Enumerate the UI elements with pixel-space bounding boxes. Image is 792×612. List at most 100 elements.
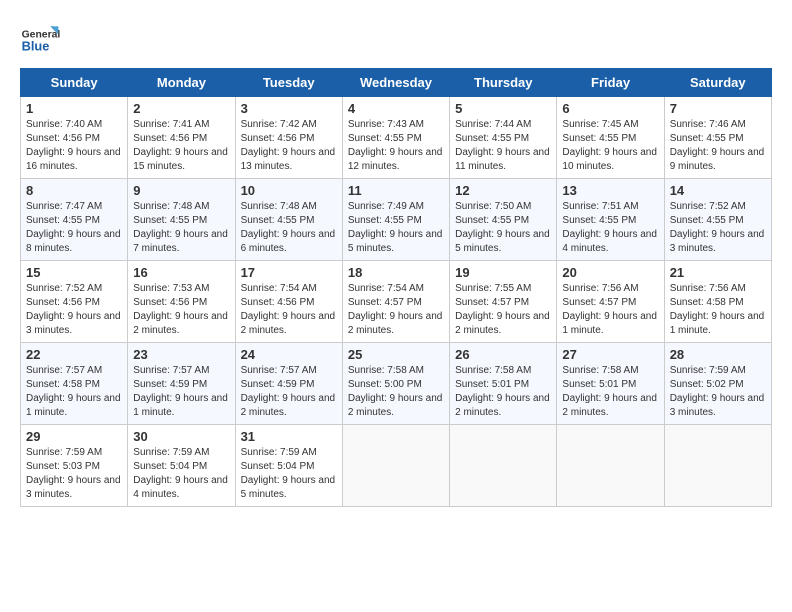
calendar-cell: 3Sunrise: 7:42 AMSunset: 4:56 PMDaylight… (235, 97, 342, 179)
day-info: Sunrise: 7:59 AMSunset: 5:03 PMDaylight:… (26, 446, 122, 502)
day-info: Sunrise: 7:48 AMSunset: 4:55 PMDaylight:… (241, 200, 337, 256)
week-row-2: 8 Sunrise: 7:47 AMSunset: 4:55 PMDaylight… (21, 179, 772, 261)
day-number: 8 (26, 183, 122, 198)
calendar-cell: 11 Sunrise: 7:49 AMSunset: 4:55 PMDayligh… (342, 179, 449, 261)
day-info: Sunrise: 7:43 AMSunset: 4:55 PMDaylight:… (348, 118, 444, 174)
calendar-cell: 26 Sunrise: 7:58 AMSunset: 5:01 PMDayligh… (450, 343, 557, 425)
day-number: 7 (670, 101, 766, 116)
calendar-cell: 29 Sunrise: 7:59 AMSunset: 5:03 PMDayligh… (21, 425, 128, 507)
day-number: 22 (26, 347, 122, 362)
header-monday: Monday (128, 69, 235, 97)
day-info: Sunrise: 7:53 AMSunset: 4:56 PMDaylight:… (133, 282, 229, 338)
day-info: Sunrise: 7:58 AMSunset: 5:00 PMDaylight:… (348, 364, 444, 420)
calendar-cell: 12Sunrise: 7:50 AMSunset: 4:55 PMDayligh… (450, 179, 557, 261)
day-number: 24 (241, 347, 337, 362)
calendar-cell: 10 Sunrise: 7:48 AMSunset: 4:55 PMDayligh… (235, 179, 342, 261)
logo: General Blue (20, 20, 64, 60)
calendar-cell: 16Sunrise: 7:53 AMSunset: 4:56 PMDayligh… (128, 261, 235, 343)
day-info: Sunrise: 7:57 AMSunset: 4:58 PMDaylight:… (26, 364, 122, 420)
calendar-cell: 2Sunrise: 7:41 AMSunset: 4:56 PMDaylight… (128, 97, 235, 179)
calendar-cell: 14 Sunrise: 7:52 AMSunset: 4:55 PMDayligh… (664, 179, 771, 261)
calendar-cell: 22 Sunrise: 7:57 AMSunset: 4:58 PMDayligh… (21, 343, 128, 425)
calendar-cell: 15 Sunrise: 7:52 AMSunset: 4:56 PMDayligh… (21, 261, 128, 343)
day-info: Sunrise: 7:49 AMSunset: 4:55 PMDaylight:… (348, 200, 444, 256)
day-number: 9 (133, 183, 229, 198)
day-info: Sunrise: 7:58 AMSunset: 5:01 PMDaylight:… (562, 364, 658, 420)
day-info: Sunrise: 7:56 AMSunset: 4:57 PMDaylight:… (562, 282, 658, 338)
calendar-cell: 13Sunrise: 7:51 AMSunset: 4:55 PMDayligh… (557, 179, 664, 261)
day-number: 17 (241, 265, 337, 280)
day-info: Sunrise: 7:45 AMSunset: 4:55 PMDaylight:… (562, 118, 658, 174)
calendar-table: SundayMondayTuesdayWednesdayThursdayFrid… (20, 68, 772, 507)
calendar-cell: 17 Sunrise: 7:54 AMSunset: 4:56 PMDayligh… (235, 261, 342, 343)
calendar-cell: 27 Sunrise: 7:58 AMSunset: 5:01 PMDayligh… (557, 343, 664, 425)
calendar-cell: 18 Sunrise: 7:54 AMSunset: 4:57 PMDayligh… (342, 261, 449, 343)
day-number: 3 (241, 101, 337, 116)
calendar-cell: 24 Sunrise: 7:57 AMSunset: 4:59 PMDayligh… (235, 343, 342, 425)
calendar-cell: 4 Sunrise: 7:43 AMSunset: 4:55 PMDaylight… (342, 97, 449, 179)
day-info: Sunrise: 7:54 AMSunset: 4:57 PMDaylight:… (348, 282, 444, 338)
day-number: 23 (133, 347, 229, 362)
calendar-cell: 25Sunrise: 7:58 AMSunset: 5:00 PMDayligh… (342, 343, 449, 425)
header-wednesday: Wednesday (342, 69, 449, 97)
day-info: Sunrise: 7:55 AMSunset: 4:57 PMDaylight:… (455, 282, 551, 338)
day-info: Sunrise: 7:52 AMSunset: 4:56 PMDaylight:… (26, 282, 122, 338)
day-number: 19 (455, 265, 551, 280)
day-info: Sunrise: 7:46 AMSunset: 4:55 PMDaylight:… (670, 118, 766, 174)
day-info: Sunrise: 7:56 AMSunset: 4:58 PMDaylight:… (670, 282, 766, 338)
day-number: 5 (455, 101, 551, 116)
day-number: 4 (348, 101, 444, 116)
calendar-cell: 1 Sunrise: 7:40 AMSunset: 4:56 PMDaylight… (21, 97, 128, 179)
day-info: Sunrise: 7:54 AMSunset: 4:56 PMDaylight:… (241, 282, 337, 338)
day-number: 21 (670, 265, 766, 280)
day-number: 29 (26, 429, 122, 444)
day-info: Sunrise: 7:58 AMSunset: 5:01 PMDaylight:… (455, 364, 551, 420)
calendar-cell (664, 425, 771, 507)
day-info: Sunrise: 7:51 AMSunset: 4:55 PMDaylight:… (562, 200, 658, 256)
header-saturday: Saturday (664, 69, 771, 97)
header-sunday: Sunday (21, 69, 128, 97)
page-header: General Blue (20, 20, 772, 60)
day-number: 30 (133, 429, 229, 444)
day-number: 31 (241, 429, 337, 444)
day-number: 27 (562, 347, 658, 362)
calendar-cell: 23 Sunrise: 7:57 AMSunset: 4:59 PMDayligh… (128, 343, 235, 425)
calendar-cell (342, 425, 449, 507)
day-number: 18 (348, 265, 444, 280)
day-info: Sunrise: 7:59 AMSunset: 5:02 PMDaylight:… (670, 364, 766, 420)
day-info: Sunrise: 7:47 AMSunset: 4:55 PMDaylight:… (26, 200, 122, 256)
day-number: 11 (348, 183, 444, 198)
day-number: 2 (133, 101, 229, 116)
day-number: 1 (26, 101, 122, 116)
week-row-5: 29 Sunrise: 7:59 AMSunset: 5:03 PMDayligh… (21, 425, 772, 507)
calendar-header-row: SundayMondayTuesdayWednesdayThursdayFrid… (21, 69, 772, 97)
week-row-3: 15 Sunrise: 7:52 AMSunset: 4:56 PMDayligh… (21, 261, 772, 343)
header-thursday: Thursday (450, 69, 557, 97)
calendar-cell: 19 Sunrise: 7:55 AMSunset: 4:57 PMDayligh… (450, 261, 557, 343)
day-info: Sunrise: 7:40 AMSunset: 4:56 PMDaylight:… (26, 118, 122, 174)
header-tuesday: Tuesday (235, 69, 342, 97)
day-number: 26 (455, 347, 551, 362)
day-number: 28 (670, 347, 766, 362)
day-info: Sunrise: 7:57 AMSunset: 4:59 PMDaylight:… (133, 364, 229, 420)
calendar-cell: 9 Sunrise: 7:48 AMSunset: 4:55 PMDaylight… (128, 179, 235, 261)
calendar-cell: 8 Sunrise: 7:47 AMSunset: 4:55 PMDaylight… (21, 179, 128, 261)
day-number: 6 (562, 101, 658, 116)
calendar-cell: 6 Sunrise: 7:45 AMSunset: 4:55 PMDaylight… (557, 97, 664, 179)
calendar-cell: 7 Sunrise: 7:46 AMSunset: 4:55 PMDaylight… (664, 97, 771, 179)
day-info: Sunrise: 7:59 AMSunset: 5:04 PMDaylight:… (133, 446, 229, 502)
day-number: 14 (670, 183, 766, 198)
day-info: Sunrise: 7:57 AMSunset: 4:59 PMDaylight:… (241, 364, 337, 420)
calendar-cell: 28 Sunrise: 7:59 AMSunset: 5:02 PMDayligh… (664, 343, 771, 425)
day-number: 12 (455, 183, 551, 198)
calendar-cell: 20 Sunrise: 7:56 AMSunset: 4:57 PMDayligh… (557, 261, 664, 343)
day-info: Sunrise: 7:48 AMSunset: 4:55 PMDaylight:… (133, 200, 229, 256)
day-info: Sunrise: 7:59 AMSunset: 5:04 PMDaylight:… (241, 446, 337, 502)
calendar-cell: 21 Sunrise: 7:56 AMSunset: 4:58 PMDayligh… (664, 261, 771, 343)
day-number: 20 (562, 265, 658, 280)
day-number: 15 (26, 265, 122, 280)
day-number: 10 (241, 183, 337, 198)
week-row-4: 22 Sunrise: 7:57 AMSunset: 4:58 PMDayligh… (21, 343, 772, 425)
calendar-cell: 30 Sunrise: 7:59 AMSunset: 5:04 PMDayligh… (128, 425, 235, 507)
day-info: Sunrise: 7:52 AMSunset: 4:55 PMDaylight:… (670, 200, 766, 256)
